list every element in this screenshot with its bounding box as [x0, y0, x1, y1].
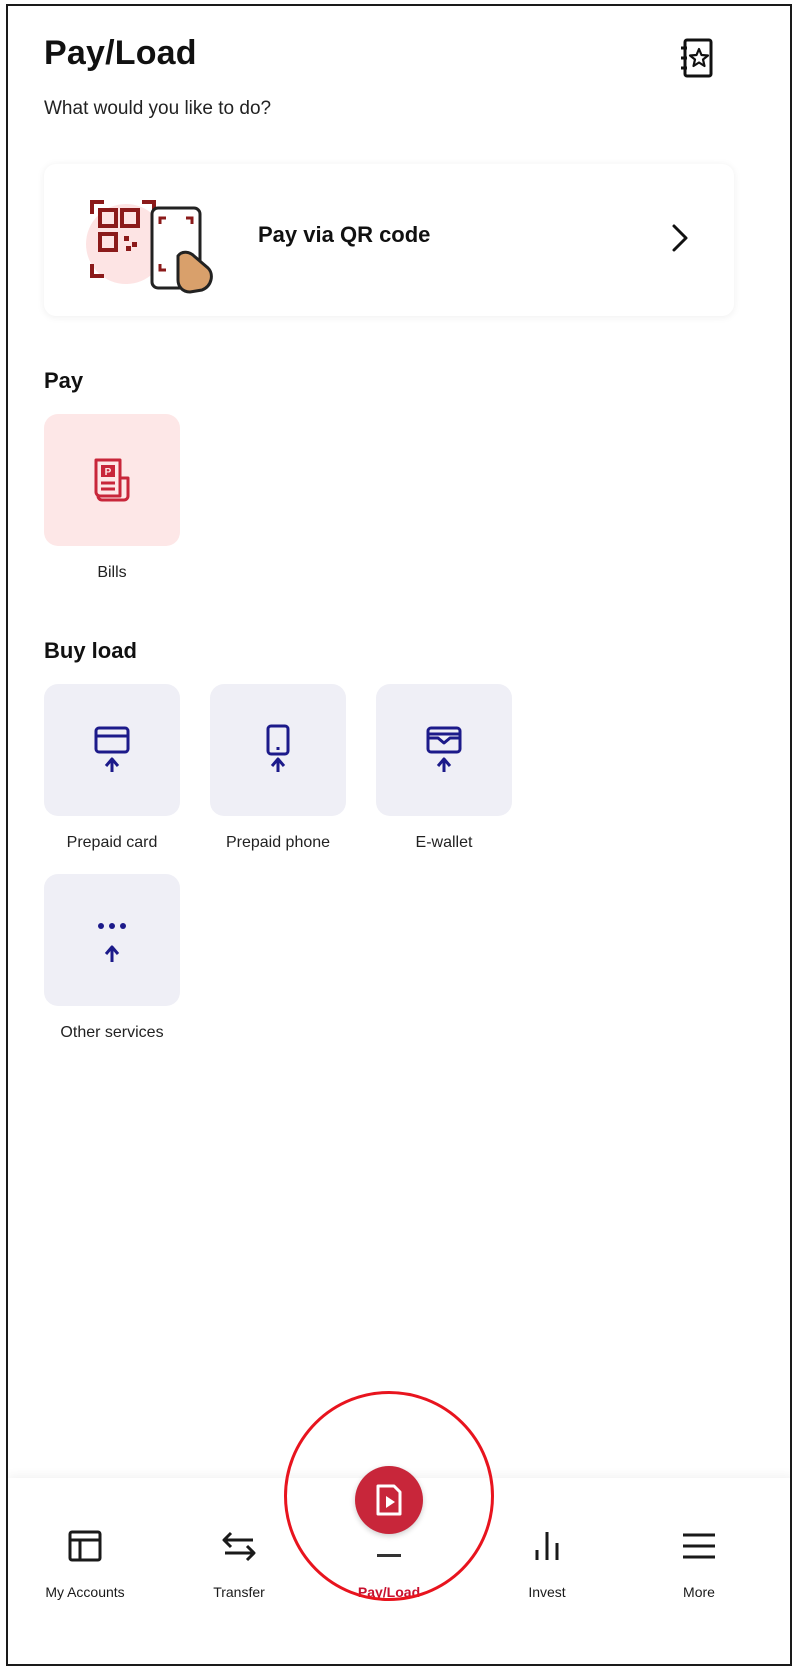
accounts-icon [68, 1530, 102, 1562]
nav-transfer[interactable]: Transfer [174, 1478, 304, 1664]
buy-load-section-title: Buy load [44, 638, 137, 663]
qr-scan-phone-hand-icon [86, 200, 213, 294]
contact-book-star-icon [681, 38, 713, 78]
wallet-upload-icon [426, 726, 462, 772]
card-upload-icon [94, 726, 130, 772]
more-upload-icon [98, 923, 126, 962]
nav-transfer-label: Transfer [213, 1584, 265, 1600]
pay-load-circle [355, 1466, 423, 1534]
e-wallet-label: E-wallet [415, 834, 473, 851]
screen: Pay/Load What would you like to do? Pay … [6, 4, 792, 1666]
page-subtitle: What would you like to do? [44, 98, 272, 119]
svg-text:P: P [105, 467, 112, 478]
chevron-right-icon [672, 224, 688, 252]
other-services-label: Other services [60, 1024, 164, 1041]
bar-chart-icon [535, 1532, 559, 1560]
pay-via-qr-card[interactable]: Pay via QR code [44, 164, 734, 316]
prepaid-phone-label: Prepaid phone [225, 834, 331, 851]
prepaid-card-label: Prepaid card [66, 834, 158, 851]
nav-invest[interactable]: Invest [482, 1478, 612, 1664]
nav-pay-load-label: Pay/Load [357, 1584, 421, 1600]
nav-my-accounts[interactable]: My Accounts [20, 1478, 150, 1664]
pay-section-title: Pay [44, 368, 84, 393]
e-wallet-tile[interactable] [376, 684, 512, 816]
page-title: Pay/Load [44, 34, 197, 72]
nav-pay-load[interactable]: Pay/Load [324, 1466, 454, 1664]
pay-load-icon [376, 1484, 402, 1516]
prepaid-phone-tile[interactable] [210, 684, 346, 816]
transfer-arrows-icon [222, 1531, 256, 1562]
pay-via-qr-label: Pay via QR code [258, 222, 431, 247]
bills-tile[interactable]: P [44, 414, 180, 546]
phone-upload-icon [266, 724, 290, 772]
bottom-nav: My Accounts Transfer Pay/Load Invest Mor… [8, 1466, 790, 1664]
bill-receipt-icon: P [94, 458, 130, 502]
nav-more[interactable]: More [634, 1478, 764, 1664]
bills-label: Bills [97, 564, 127, 581]
favorites-button[interactable] [676, 36, 720, 80]
other-services-tile[interactable] [44, 874, 180, 1006]
prepaid-card-tile[interactable] [44, 684, 180, 816]
nav-invest-label: Invest [528, 1584, 566, 1600]
menu-icon [683, 1533, 715, 1559]
active-tab-indicator [377, 1554, 401, 1557]
nav-my-accounts-label: My Accounts [45, 1584, 125, 1600]
nav-more-label: More [683, 1584, 715, 1600]
